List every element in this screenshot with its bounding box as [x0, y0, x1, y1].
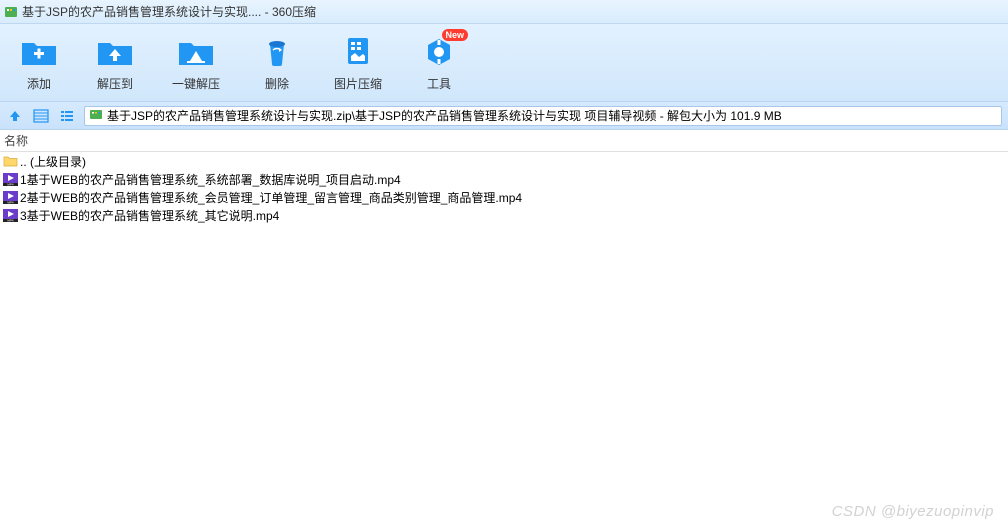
- one-click-extract-label: 一键解压: [172, 75, 220, 92]
- add-folder-icon: [20, 35, 58, 69]
- image-compress-icon: [339, 35, 377, 69]
- image-compress-button[interactable]: 图片压缩: [334, 35, 382, 92]
- mp4-icon: MP4: [2, 190, 18, 204]
- list-item[interactable]: MP4 3基于WEB的农产品销售管理系统_其它说明.mp4: [0, 206, 1008, 224]
- list-item-parent[interactable]: .. (上级目录): [0, 152, 1008, 170]
- list-item[interactable]: MP4 1基于WEB的农产品销售管理系统_系统部署_数据库说明_项目启动.mp4: [0, 170, 1008, 188]
- detail-view-button[interactable]: [58, 107, 76, 125]
- delete-label: 删除: [265, 75, 289, 92]
- file-list: .. (上级目录) MP4 1基于WEB的农产品销售管理系统_系统部署_数据库说…: [0, 152, 1008, 224]
- app-icon: [4, 5, 18, 19]
- watermark: CSDN @biyezuopinvip: [832, 503, 994, 520]
- extract-to-button[interactable]: 解压到: [96, 35, 134, 92]
- trash-icon: [258, 35, 296, 69]
- addressbar: 基于JSP的农产品销售管理系统设计与实现.zip\基于JSP的农产品销售管理系统…: [0, 102, 1008, 130]
- column-name-label: 名称: [4, 132, 28, 149]
- svg-text:MP4: MP4: [7, 182, 14, 185]
- path-input[interactable]: 基于JSP的农产品销售管理系统设计与实现.zip\基于JSP的农产品销售管理系统…: [84, 106, 1002, 126]
- svg-text:MP4: MP4: [7, 200, 14, 203]
- one-click-extract-icon: [177, 35, 215, 69]
- path-text: 基于JSP的农产品销售管理系统设计与实现.zip\基于JSP的农产品销售管理系统…: [107, 107, 782, 124]
- column-header[interactable]: 名称: [0, 130, 1008, 152]
- tools-label: 工具: [427, 75, 451, 92]
- svg-text:MP4: MP4: [7, 218, 14, 221]
- titlebar: 基于JSP的农产品销售管理系统设计与实现.... - 360压缩: [0, 0, 1008, 24]
- toolbar: 添加 解压到 一键解压 删除 图片压缩 New 工具: [0, 24, 1008, 102]
- mp4-icon: MP4: [2, 172, 18, 186]
- list-view-button[interactable]: [32, 107, 50, 125]
- file-name: .. (上级目录): [20, 153, 86, 170]
- folder-icon: [2, 154, 18, 168]
- window-title: 基于JSP的农产品销售管理系统设计与实现.... - 360压缩: [22, 3, 316, 20]
- delete-button[interactable]: 删除: [258, 35, 296, 92]
- file-name: 1基于WEB的农产品销售管理系统_系统部署_数据库说明_项目启动.mp4: [20, 171, 401, 188]
- tools-button[interactable]: New 工具: [420, 35, 458, 92]
- file-name: 3基于WEB的农产品销售管理系统_其它说明.mp4: [20, 207, 279, 224]
- extract-to-icon: [96, 35, 134, 69]
- extract-to-label: 解压到: [97, 75, 133, 92]
- path-folder-icon: [89, 107, 103, 124]
- image-compress-label: 图片压缩: [334, 75, 382, 92]
- mp4-icon: MP4: [2, 208, 18, 222]
- list-item[interactable]: MP4 2基于WEB的农产品销售管理系统_会员管理_订单管理_留言管理_商品类别…: [0, 188, 1008, 206]
- add-label: 添加: [27, 75, 51, 92]
- add-button[interactable]: 添加: [20, 35, 58, 92]
- file-name: 2基于WEB的农产品销售管理系统_会员管理_订单管理_留言管理_商品类别管理_商…: [20, 189, 522, 206]
- one-click-extract-button[interactable]: 一键解压: [172, 35, 220, 92]
- new-badge: New: [442, 29, 469, 41]
- up-arrow-button[interactable]: [6, 107, 24, 125]
